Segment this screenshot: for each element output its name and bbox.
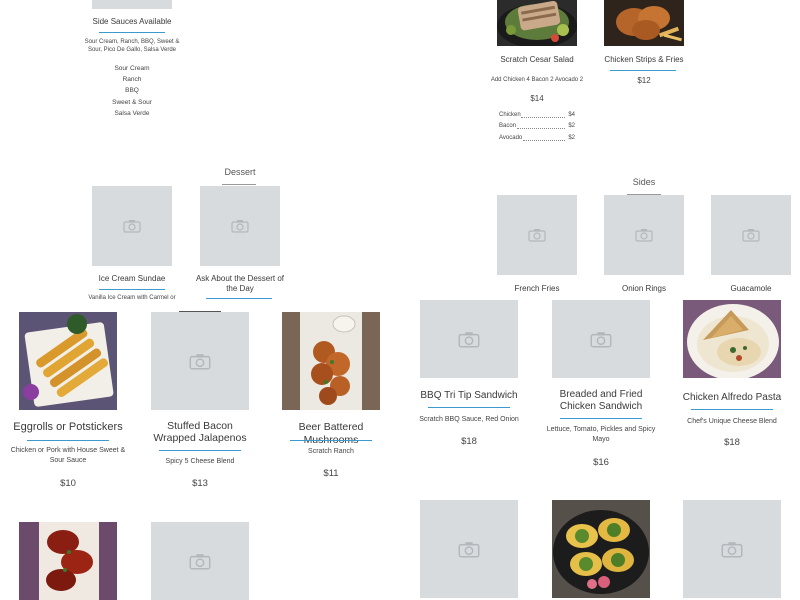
divider xyxy=(27,440,109,441)
addon-name: Avocado xyxy=(499,135,523,141)
main-price: $18 xyxy=(724,437,740,448)
appetizer-desc: Chicken or Pork with House Sweet & Sour … xyxy=(10,447,126,464)
side-title[interactable]: Guacamole xyxy=(701,284,800,293)
side-image-placeholder[interactable] xyxy=(711,195,791,275)
divider xyxy=(99,32,165,33)
dessert-image-placeholder[interactable] xyxy=(92,186,172,266)
section-heading-sides: Sides xyxy=(632,177,656,187)
appetizer-title[interactable]: Beer Battered Mushrooms xyxy=(276,421,386,447)
menu-image-placeholder[interactable] xyxy=(683,500,781,598)
appetizer-price: $11 xyxy=(323,468,339,479)
jalapenos-image-placeholder[interactable] xyxy=(151,312,249,410)
side-image-placeholder[interactable] xyxy=(497,195,577,275)
wings-photo[interactable] xyxy=(19,522,117,600)
addon-price: $2 xyxy=(568,123,575,129)
menu-image-placeholder[interactable] xyxy=(420,500,518,598)
camera-icon xyxy=(189,353,211,370)
camera-icon xyxy=(123,220,141,233)
appetizer-price: $13 xyxy=(192,478,208,489)
divider xyxy=(691,409,773,410)
divider xyxy=(206,298,272,299)
addon-row: Chicken $4 xyxy=(499,112,575,121)
addon-row: Bacon $2 xyxy=(499,123,575,132)
divider xyxy=(428,407,510,408)
appetizer-title[interactable]: Stuffed Bacon Wrapped Jalapenos xyxy=(146,420,254,444)
menu-image-placeholder[interactable] xyxy=(151,522,249,600)
side-image-placeholder[interactable] xyxy=(604,195,684,275)
chicken-sandwich-image-placeholder[interactable] xyxy=(552,300,650,378)
addon-name: Chicken xyxy=(499,112,521,118)
dessert-desc: Vanilla Ice Cream with Carmel or xyxy=(88,295,176,301)
salad-title[interactable]: Scratch Cesar Salad xyxy=(487,55,587,64)
section-underline xyxy=(222,184,256,185)
appetizer-desc: Spicy 5 Cheese Blend xyxy=(165,458,235,465)
main-title[interactable]: Breaded and Fried Chicken Sandwich xyxy=(545,389,657,413)
dessert-image-placeholder[interactable] xyxy=(200,186,280,266)
dessert-title[interactable]: Ice Cream Sundae xyxy=(82,274,182,283)
camera-icon xyxy=(742,229,760,242)
tacos-photo[interactable] xyxy=(552,500,650,598)
main-price: $16 xyxy=(593,457,609,468)
main-price: $18 xyxy=(461,436,477,447)
eggrolls-photo[interactable] xyxy=(19,312,117,410)
divider xyxy=(560,418,642,419)
tri-tip-image-placeholder[interactable] xyxy=(420,300,518,378)
chicken-strips-photo[interactable] xyxy=(604,0,684,46)
sauce-item: Sweet & Sour xyxy=(112,99,152,106)
side-title[interactable]: Onion Rings xyxy=(594,284,694,293)
sauce-item: Sour Cream xyxy=(114,65,150,72)
salad-price: $14 xyxy=(530,94,544,103)
side-sauces-desc: Sour Cream, Ranch, BBQ, Sweet & Sour, Pi… xyxy=(84,39,180,53)
camera-icon xyxy=(721,541,743,558)
appetizer-price: $10 xyxy=(60,478,76,489)
side-title[interactable]: French Fries xyxy=(487,284,587,293)
side-sauces-title[interactable]: Side Sauces Available xyxy=(82,17,182,26)
mushrooms-photo[interactable] xyxy=(282,312,380,410)
addon-price: $4 xyxy=(568,112,575,118)
divider xyxy=(159,450,241,451)
side-sauces-image-placeholder xyxy=(92,0,172,9)
main-desc: Chef's Unique Cheese Blend xyxy=(687,418,777,425)
dotted-leader xyxy=(521,117,565,118)
sauce-item: BBQ xyxy=(125,87,139,94)
addon-name: Bacon xyxy=(499,123,517,129)
appetizer-title[interactable]: Eggrolls or Potstickers xyxy=(9,421,127,434)
salad-photo[interactable] xyxy=(497,0,577,46)
dotted-leader xyxy=(517,128,565,129)
section-heading-dessert: Dessert xyxy=(224,167,256,177)
camera-icon xyxy=(528,229,546,242)
camera-icon xyxy=(635,229,653,242)
addon-price: $2 xyxy=(568,135,575,141)
dessert-title[interactable]: Ask About the Dessert of the Day xyxy=(195,274,285,294)
camera-icon xyxy=(189,553,211,570)
divider xyxy=(99,289,165,290)
chicken-strips-title[interactable]: Chicken Strips & Fries xyxy=(594,55,694,64)
camera-icon xyxy=(590,331,612,348)
sauce-item: Ranch xyxy=(122,76,142,83)
camera-icon xyxy=(458,331,480,348)
addon-row: Avocado $2 xyxy=(499,135,575,144)
divider xyxy=(290,440,372,441)
camera-icon xyxy=(231,220,249,233)
alfredo-photo[interactable] xyxy=(683,300,781,378)
dotted-leader xyxy=(523,140,565,141)
camera-icon xyxy=(458,541,480,558)
main-desc: Lettuce, Tomato, Pickles and Spicy Mayo xyxy=(546,426,656,443)
main-title[interactable]: BBQ Tri Tip Sandwich xyxy=(410,389,528,402)
main-desc: Scratch BBQ Sauce, Red Onion xyxy=(419,416,519,423)
main-title[interactable]: Chicken Alfredo Pasta xyxy=(673,391,791,404)
chicken-strips-price: $12 xyxy=(637,76,651,85)
divider xyxy=(610,70,676,71)
appetizer-desc: Scratch Ranch xyxy=(308,448,354,455)
sauce-item: Salsa Verde xyxy=(114,110,150,117)
salad-desc: Add Chicken 4 Bacon 2 Avocado 2 xyxy=(490,77,584,83)
